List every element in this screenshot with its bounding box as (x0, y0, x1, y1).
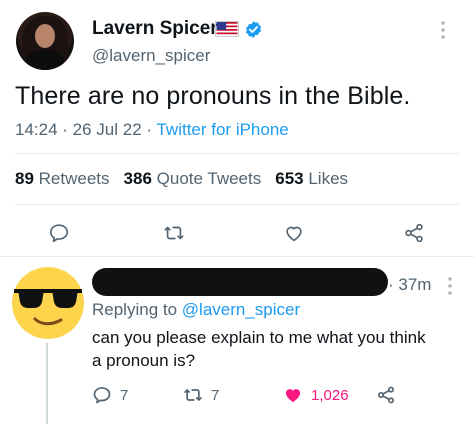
tweet-stats: 89 Retweets 386 Quote Tweets 653 Likes (15, 169, 348, 189)
share-icon (378, 386, 394, 404)
reply-like-button[interactable]: 1,026 (283, 384, 349, 406)
tweet-time[interactable]: 14:24 (15, 120, 58, 139)
reply-icon (93, 387, 111, 404)
tweet-text: There are no pronouns in the Bible. (15, 82, 411, 110)
tweet-date[interactable]: 26 Jul 22 (73, 120, 142, 139)
more-options-icon[interactable] (440, 20, 446, 40)
reply-icon[interactable] (48, 222, 70, 244)
sunglasses-emoji-avatar[interactable] (10, 265, 86, 341)
tweet-source[interactable]: Twitter for iPhone (156, 120, 288, 139)
quote-tweets-stat[interactable]: 386 Quote Tweets (124, 169, 262, 188)
tweet-meta: 14:24 · 26 Jul 22 · Twitter for iPhone (15, 120, 289, 139)
reply-text: can you please explain to me what you th… (92, 328, 426, 347)
share-icon[interactable] (403, 222, 425, 244)
verified-badge-icon (245, 21, 262, 38)
reply-retweet-button[interactable]: 7 (183, 384, 219, 406)
likes-stat[interactable]: 653 Likes (275, 169, 348, 188)
divider (0, 256, 474, 257)
retweet-icon (184, 389, 202, 401)
reply-share-button[interactable] (376, 384, 404, 406)
author-name[interactable]: Lavern Spicer (92, 18, 218, 40)
retweets-stat[interactable]: 89 Retweets (15, 169, 110, 188)
author-handle[interactable]: @lavern_spicer (92, 46, 210, 66)
heart-filled-icon (285, 389, 301, 403)
mention-link[interactable]: @lavern_spicer (182, 300, 300, 319)
replying-to: Replying to @lavern_spicer (92, 300, 301, 319)
reply-text: a pronoun is? (92, 351, 196, 370)
thread-line (46, 343, 48, 424)
reply-time[interactable]: · 37m (388, 275, 431, 295)
more-options-icon[interactable] (447, 276, 453, 296)
divider (15, 204, 459, 205)
redacted-author (92, 268, 388, 296)
us-flag-icon (215, 21, 239, 37)
retweet-icon[interactable] (163, 222, 185, 244)
like-icon[interactable] (283, 222, 305, 244)
divider (15, 153, 459, 154)
author-avatar[interactable] (16, 12, 74, 70)
reply-reply-button[interactable]: 7 (92, 384, 128, 406)
